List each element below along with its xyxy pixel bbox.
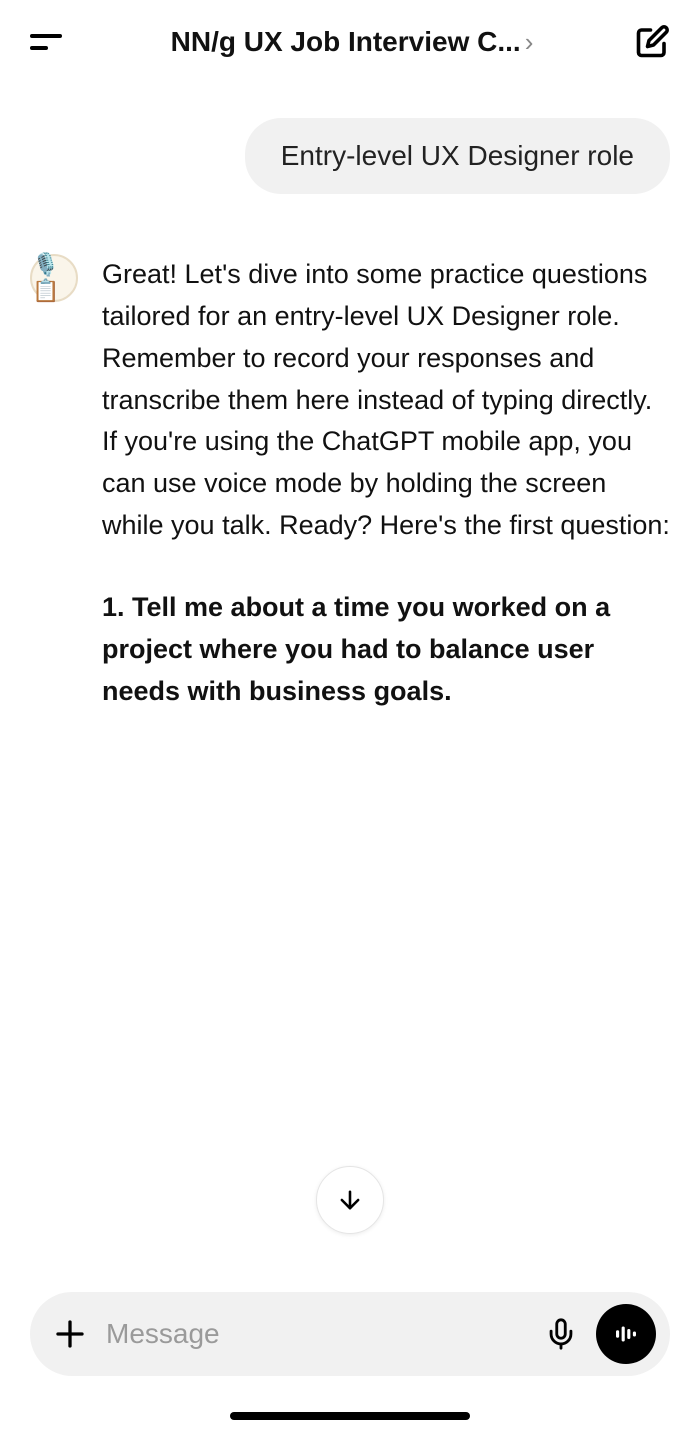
assistant-message-row: 🎙️📋 Great! Let's dive into some practice… bbox=[30, 254, 670, 712]
add-attachment-button[interactable] bbox=[52, 1316, 88, 1352]
title-text: NN/g UX Job Interview C... bbox=[171, 26, 521, 58]
new-chat-button[interactable] bbox=[634, 24, 670, 60]
avatar-icon: 🎙️📋 bbox=[32, 252, 76, 304]
voice-mode-button[interactable] bbox=[596, 1304, 656, 1364]
conversation-title[interactable]: NN/g UX Job Interview C... › bbox=[171, 26, 534, 58]
home-indicator[interactable] bbox=[230, 1412, 470, 1420]
assistant-message[interactable]: Great! Let's dive into some practice que… bbox=[102, 254, 670, 712]
chevron-right-icon: › bbox=[525, 27, 534, 58]
composer bbox=[30, 1292, 670, 1376]
user-message-row: Entry-level UX Designer role bbox=[30, 118, 670, 194]
compose-icon bbox=[634, 24, 670, 60]
assistant-paragraph: Great! Let's dive into some practice que… bbox=[102, 254, 670, 547]
header: NN/g UX Job Interview C... › bbox=[0, 0, 700, 78]
menu-button[interactable] bbox=[30, 34, 70, 50]
dictate-button[interactable] bbox=[544, 1317, 578, 1351]
audio-wave-icon bbox=[611, 1319, 641, 1349]
assistant-question: 1. Tell me about a time you worked on a … bbox=[102, 587, 670, 713]
arrow-down-icon bbox=[336, 1186, 364, 1214]
plus-icon bbox=[52, 1316, 88, 1352]
microphone-icon bbox=[544, 1317, 578, 1351]
assistant-avatar: 🎙️📋 bbox=[30, 254, 78, 302]
user-message-bubble[interactable]: Entry-level UX Designer role bbox=[245, 118, 670, 194]
message-input[interactable] bbox=[106, 1318, 526, 1350]
scroll-to-bottom-button[interactable] bbox=[316, 1166, 384, 1234]
